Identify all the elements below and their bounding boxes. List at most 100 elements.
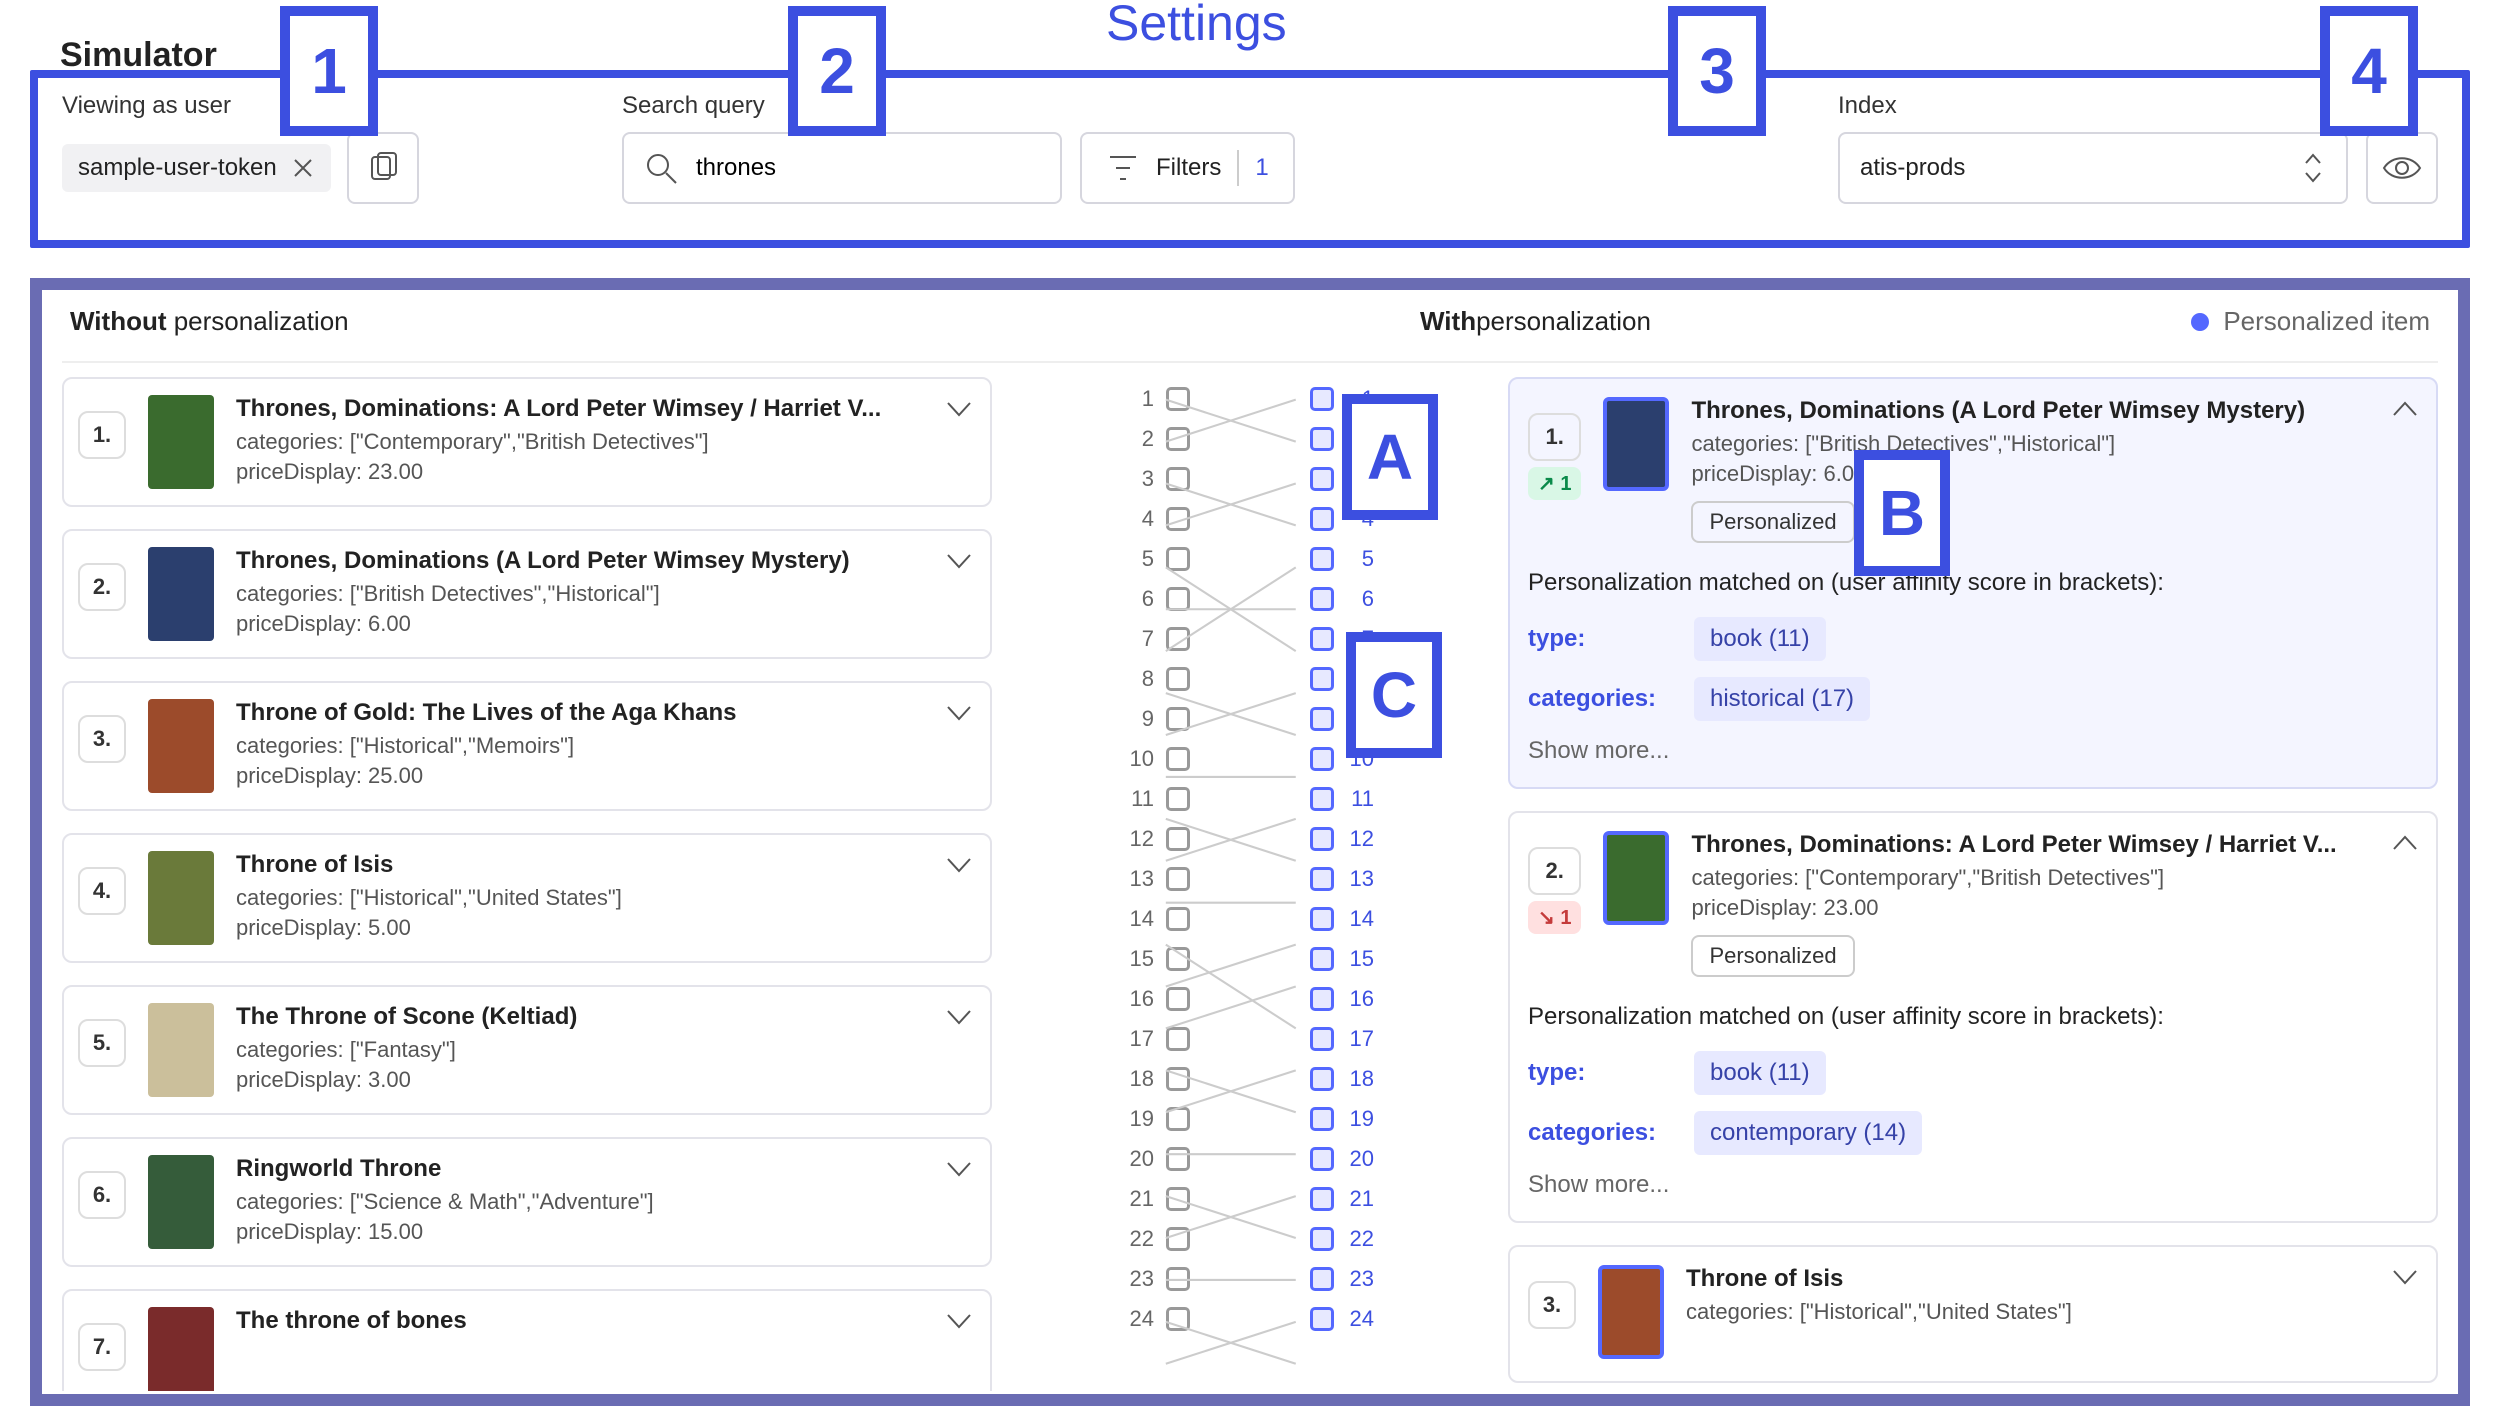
callout-4: 4 — [2320, 6, 2418, 136]
index-select[interactable]: atis-prods — [1838, 132, 2348, 204]
ladder-row-left: 15 — [1126, 945, 1190, 973]
copy-button[interactable] — [347, 132, 419, 204]
ladder-square — [1166, 747, 1190, 771]
result-price: priceDisplay: 25.00 — [236, 763, 968, 789]
ladder-row-left: 3 — [1126, 465, 1190, 493]
rank-delta: ↗ 1 — [1528, 467, 1581, 500]
ladder-row-left: 17 — [1126, 1025, 1190, 1053]
personalized-badge: Personalized — [1691, 501, 1854, 543]
ladder-num: 1 — [1126, 386, 1154, 412]
legend-text: Personalized item — [2223, 306, 2430, 337]
result-title: The throne of bones — [236, 1307, 968, 1335]
chevron-down-icon[interactable] — [942, 545, 976, 579]
result-card-left[interactable]: 5. The Throne of Scone (Keltiad) categor… — [62, 985, 992, 1115]
chevron-down-icon[interactable] — [942, 393, 976, 427]
chevron-down-icon[interactable] — [942, 1305, 976, 1339]
chevron-down-icon[interactable] — [942, 697, 976, 731]
ladder-row-right: 11 — [1310, 785, 1374, 813]
ladder-num: 18 — [1126, 1066, 1154, 1092]
ladder-num: 24 — [1346, 1306, 1374, 1332]
ladder-row-right: 23 — [1310, 1265, 1374, 1293]
ladder-square — [1310, 1307, 1334, 1331]
rank-badge: 3. — [1528, 1281, 1576, 1329]
result-card-left[interactable]: 4. Throne of Isis categories: ["Historic… — [62, 833, 992, 963]
ladder-square — [1310, 987, 1334, 1011]
show-more-button[interactable]: Show more... — [1528, 737, 2412, 765]
result-thumbnail — [148, 851, 214, 945]
with-label-bold: With — [1420, 306, 1476, 337]
filters-count: 1 — [1255, 154, 1268, 182]
ladder-row-right: 20 — [1310, 1145, 1374, 1173]
close-icon[interactable] — [291, 156, 315, 180]
ladder-row-right: 17 — [1310, 1025, 1374, 1053]
ladder-row-left: 12 — [1126, 825, 1190, 853]
ladder-row-right: 22 — [1310, 1225, 1374, 1253]
ladder-row-left: 8 — [1126, 665, 1190, 693]
result-title: Thrones, Dominations: A Lord Peter Wimse… — [1691, 831, 2412, 859]
result-title: Thrones, Dominations (A Lord Peter Wimse… — [1691, 397, 2412, 425]
chevron-down-icon[interactable] — [2388, 1261, 2422, 1295]
ladder-square — [1310, 467, 1334, 491]
ladder-square — [1310, 507, 1334, 531]
result-card-left[interactable]: 3. Throne of Gold: The Lives of the Aga … — [62, 681, 992, 811]
ladder-square — [1166, 787, 1190, 811]
ladder-row-left: 5 — [1126, 545, 1190, 573]
show-more-button[interactable]: Show more... — [1528, 1171, 2412, 1199]
ladder-num: 19 — [1346, 1106, 1374, 1132]
chevron-down-icon[interactable] — [942, 1153, 976, 1187]
with-label-rest: personalization — [1476, 306, 1651, 337]
callout-3: 3 — [1668, 6, 1766, 136]
ladder-row-left: 21 — [1126, 1185, 1190, 1213]
ladder-square — [1310, 947, 1334, 971]
ladder-num: 20 — [1346, 1146, 1374, 1172]
match-header: Personalization matched on (user affinit… — [1528, 569, 2412, 597]
ladder-square — [1310, 827, 1334, 851]
settings-title: Settings — [1106, 0, 1287, 52]
ladder-row-left: 19 — [1126, 1105, 1190, 1133]
search-box[interactable] — [622, 132, 1062, 204]
chevron-updown-icon — [2300, 151, 2326, 185]
ladder-square — [1166, 827, 1190, 851]
preview-button[interactable] — [2366, 132, 2438, 204]
result-card-right[interactable]: 3. Throne of Isis categories: ["Historic… — [1508, 1245, 2438, 1383]
ladder-num: 5 — [1126, 546, 1154, 572]
ladder-square — [1310, 627, 1334, 651]
user-token-pill[interactable]: sample-user-token — [62, 144, 331, 192]
ladder-row-left: 10 — [1126, 745, 1190, 773]
filter-icon — [1106, 151, 1140, 185]
ladder-square — [1166, 1067, 1190, 1091]
callout-a: A — [1342, 394, 1438, 520]
ladder-num: 3 — [1126, 466, 1154, 492]
without-label-bold: Without — [70, 306, 167, 336]
ladder-square — [1310, 387, 1334, 411]
ladder-square — [1166, 707, 1190, 731]
result-card-left[interactable]: 2. Thrones, Dominations (A Lord Peter Wi… — [62, 529, 992, 659]
result-card-left[interactable]: 1. Thrones, Dominations: A Lord Peter Wi… — [62, 377, 992, 507]
ladder-row-left: 7 — [1126, 625, 1190, 653]
result-price: priceDisplay: 5.00 — [236, 915, 968, 941]
rank-badge: 3. — [78, 715, 126, 763]
result-card-left[interactable]: 7. The throne of bones — [62, 1289, 992, 1391]
rank-badge: 5. — [78, 1019, 126, 1067]
ladder-square — [1166, 667, 1190, 691]
search-input[interactable] — [696, 154, 1040, 182]
ladder-num: 22 — [1126, 1226, 1154, 1252]
chevron-up-icon[interactable] — [2388, 827, 2422, 861]
result-card-right[interactable]: 1. ↗ 1 Thrones, Dominations (A Lord Pete… — [1508, 377, 2438, 789]
result-card-left[interactable]: 6. Ringworld Throne categories: ["Scienc… — [62, 1137, 992, 1267]
result-thumbnail — [1598, 1265, 1664, 1359]
result-card-right[interactable]: 2. ↘ 1 Thrones, Dominations: A Lord Pete… — [1508, 811, 2438, 1223]
chevron-down-icon[interactable] — [942, 1001, 976, 1035]
chevron-down-icon[interactable] — [942, 849, 976, 883]
chevron-up-icon[interactable] — [2388, 393, 2422, 427]
filters-button[interactable]: Filters 1 — [1080, 132, 1295, 204]
result-price: priceDisplay: 3.00 — [236, 1067, 968, 1093]
match-type-chip: book (11) — [1694, 617, 1826, 661]
rank-badge: 1. — [1528, 413, 1581, 461]
result-title: Thrones, Dominations: A Lord Peter Wimse… — [236, 395, 968, 423]
personalized-badge: Personalized — [1691, 935, 1854, 977]
ladder-num: 13 — [1346, 866, 1374, 892]
ladder-num: 15 — [1346, 946, 1374, 972]
ladder-num: 2 — [1126, 426, 1154, 452]
results-panel: Without personalization With personaliza… — [30, 278, 2470, 1406]
